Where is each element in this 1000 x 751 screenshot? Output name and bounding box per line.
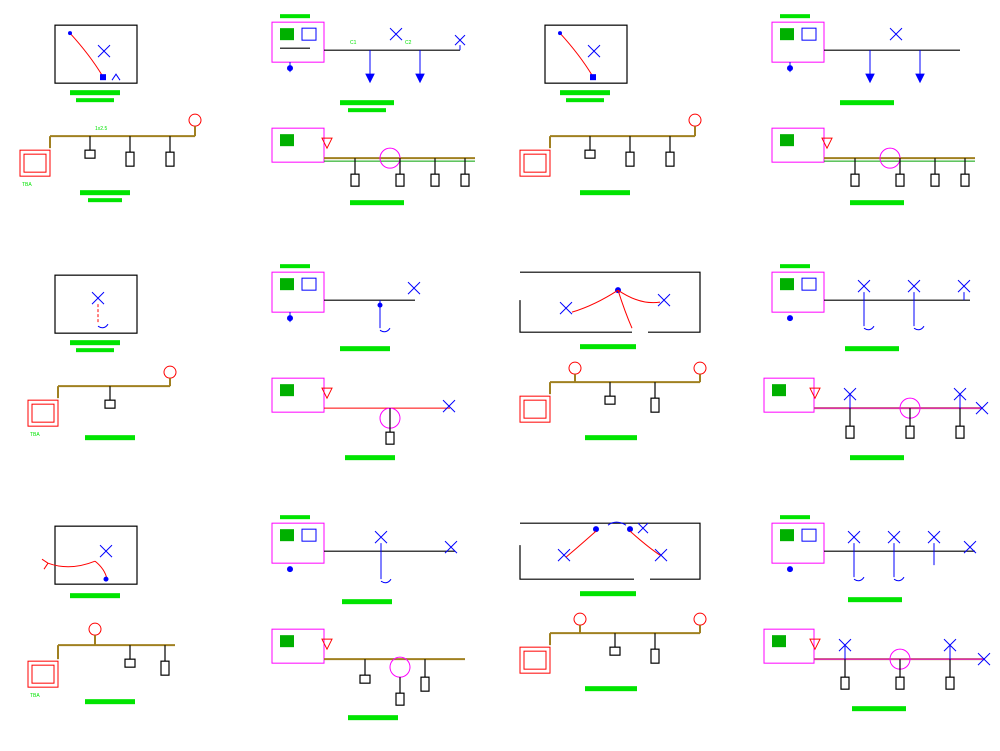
cell-r3c3 xyxy=(500,501,750,751)
svg-text:C1: C1 xyxy=(350,40,357,46)
cell-r2c3 xyxy=(500,250,750,500)
cell-r2c2 xyxy=(250,250,500,500)
cell-r2c4 xyxy=(750,250,1000,500)
cell-r1c3 xyxy=(500,0,750,250)
svg-text:C2: C2 xyxy=(405,40,412,46)
tda-label: TBA xyxy=(22,182,32,188)
cell-r3c2 xyxy=(250,501,500,751)
diagram-grid: TBA 1x2.5 C1 C2 xyxy=(0,0,1000,751)
cell-r1c4 xyxy=(750,0,1000,250)
cell-r2c1: TBA xyxy=(0,250,250,500)
svg-text:TBA: TBA xyxy=(30,693,40,699)
cell-r1c2: C1 C2 xyxy=(250,0,500,250)
cell-r3c1: TBA xyxy=(0,501,250,751)
svg-text:1x2.5: 1x2.5 xyxy=(95,126,107,132)
cell-r3c4 xyxy=(750,501,1000,751)
cell-r1c1: TBA 1x2.5 xyxy=(0,0,250,250)
svg-text:TBA: TBA xyxy=(30,432,40,438)
